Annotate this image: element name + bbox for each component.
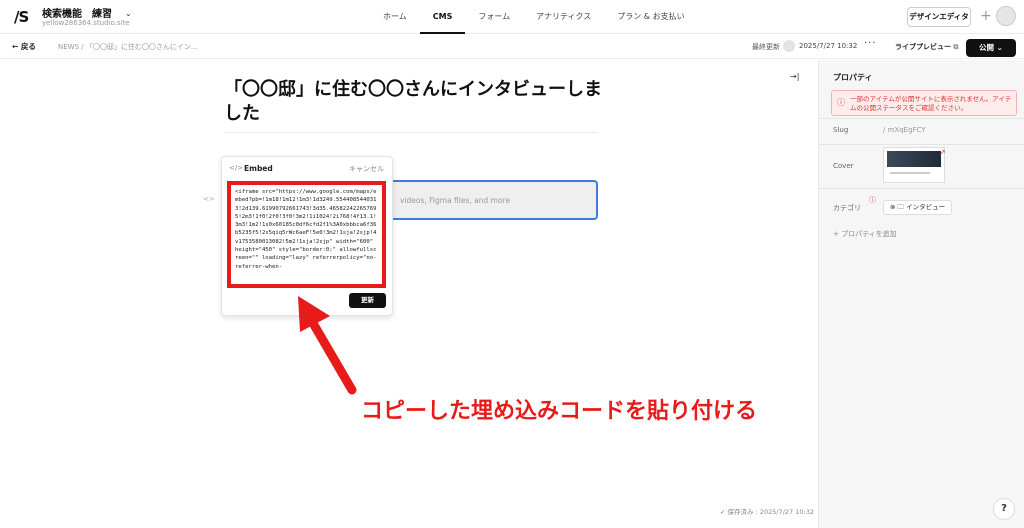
cover-image-hero: [887, 151, 941, 167]
prop-divider: [819, 118, 1024, 119]
last-updated-label: 最終更新: [752, 43, 780, 51]
help-button[interactable]: ?: [993, 498, 1015, 520]
nav-plan-billing[interactable]: プラン & お支払い: [604, 0, 697, 34]
slug-label: Slug: [833, 126, 849, 134]
warning-text: 一部のアイテムが公開サイトに表示されません。アイテムの公開ステータスをご確認くだ…: [850, 95, 1012, 112]
category-chip[interactable]: ⊗ 🗀 インタビュー: [883, 200, 953, 215]
embed-popup-title: Embed: [244, 164, 273, 173]
embed-block-input[interactable]: videos, Figma files, and more: [380, 180, 598, 220]
panel-title: プロパティ: [833, 73, 873, 82]
code-icon: <>: [203, 195, 215, 203]
back-button[interactable]: ← 戻る: [12, 41, 36, 52]
add-property-button[interactable]: + プロパティを追加: [833, 229, 897, 239]
nav-forms[interactable]: フォーム: [465, 0, 523, 34]
top-bar: /S 検索機能 練習 yellow286364.studio.site ⌄ ホー…: [0, 0, 1024, 34]
live-preview-button[interactable]: ライブプレビュー ⧉: [895, 42, 958, 52]
saved-text: 保存済み : 2025/7/27 10:32: [727, 508, 814, 516]
cover-edit-icon[interactable]: ↗: [939, 148, 946, 157]
cancel-button[interactable]: キャンセル: [349, 164, 384, 174]
design-editor-button[interactable]: デザインエディタ: [907, 7, 971, 27]
site-title[interactable]: 検索機能 練習: [42, 5, 112, 20]
category-label: カテゴリ: [833, 204, 861, 212]
code-icon: </>: [229, 164, 244, 172]
properties-panel: プロパティ ⓘ 一部のアイテムが公開サイトに表示されません。アイテムの公開ステー…: [818, 60, 1024, 528]
check-icon: ✓: [720, 508, 728, 516]
slug-value[interactable]: / mXqEgFCY: [883, 126, 926, 134]
alert-icon: ⓘ: [869, 196, 876, 204]
prop-divider: [819, 188, 1024, 189]
annotation-text: コピーした埋め込みコードを貼り付ける: [361, 399, 758, 424]
nav-analytics[interactable]: アナリティクス: [523, 0, 604, 34]
cover-image-text: [890, 172, 930, 174]
nav-home[interactable]: ホーム: [370, 0, 420, 34]
embed-code-text: <iframe src="https://www.google.com/maps…: [235, 189, 377, 270]
cover-label: Cover: [833, 162, 854, 170]
add-property-label: プロパティを追加: [841, 230, 897, 238]
arrow-left-icon: ←: [12, 42, 21, 51]
alert-icon: ⓘ: [837, 98, 845, 107]
embed-code-textarea[interactable]: <iframe src="https://www.google.com/maps…: [227, 181, 386, 288]
breadcrumb[interactable]: NEWS / 「〇〇邸」に住む〇〇さんにイン...: [58, 42, 198, 52]
chevron-down-icon: ⌄: [994, 43, 1003, 52]
last-updated-date: 2025/7/27 10:32: [799, 42, 858, 50]
plus-icon: +: [833, 230, 842, 238]
embed-placeholder: videos, Figma files, and more: [400, 196, 511, 205]
chevron-down-icon[interactable]: ⌄: [125, 9, 132, 18]
back-label: 戻る: [20, 42, 36, 51]
close-icon[interactable]: ⊗: [890, 203, 898, 211]
editor-toolbar: ← 戻る NEWS / 「〇〇邸」に住む〇〇さんにイン... 最終更新 2025…: [0, 34, 1024, 59]
more-icon[interactable]: ···: [864, 38, 877, 49]
annotation-arrow: [298, 296, 357, 395]
plus-icon[interactable]: +: [980, 7, 992, 25]
external-link-icon: ⧉: [951, 43, 959, 51]
warning-banner: ⓘ 一部のアイテムが公開サイトに表示されません。アイテムの公開ステータスをご確認…: [831, 90, 1017, 116]
folder-icon: 🗀: [897, 203, 907, 211]
publish-button[interactable]: 公開 ⌄: [966, 39, 1016, 57]
avatar[interactable]: [996, 6, 1016, 26]
studio-logo[interactable]: /S: [14, 8, 29, 26]
cover-image[interactable]: [883, 147, 945, 183]
saved-status: ✓ 保存済み : 2025/7/27 10:32: [720, 506, 814, 516]
category-value: インタビュー: [906, 203, 946, 211]
live-preview-label: ライブプレビュー: [895, 43, 951, 51]
collapse-panel-icon[interactable]: →|: [790, 72, 799, 81]
site-domain: yellow286364.studio.site: [42, 19, 130, 27]
main-nav: ホーム CMS フォーム アナリティクス プラン & お支払い: [370, 0, 698, 34]
nav-cms[interactable]: CMS: [419, 0, 466, 34]
title-divider: [224, 132, 598, 133]
article-title[interactable]: 「〇〇邸」に住む〇〇さんにインタビューしました: [224, 78, 604, 126]
updater-avatar: [783, 40, 795, 52]
publish-label: 公開: [979, 43, 995, 52]
prop-divider: [819, 144, 1024, 145]
